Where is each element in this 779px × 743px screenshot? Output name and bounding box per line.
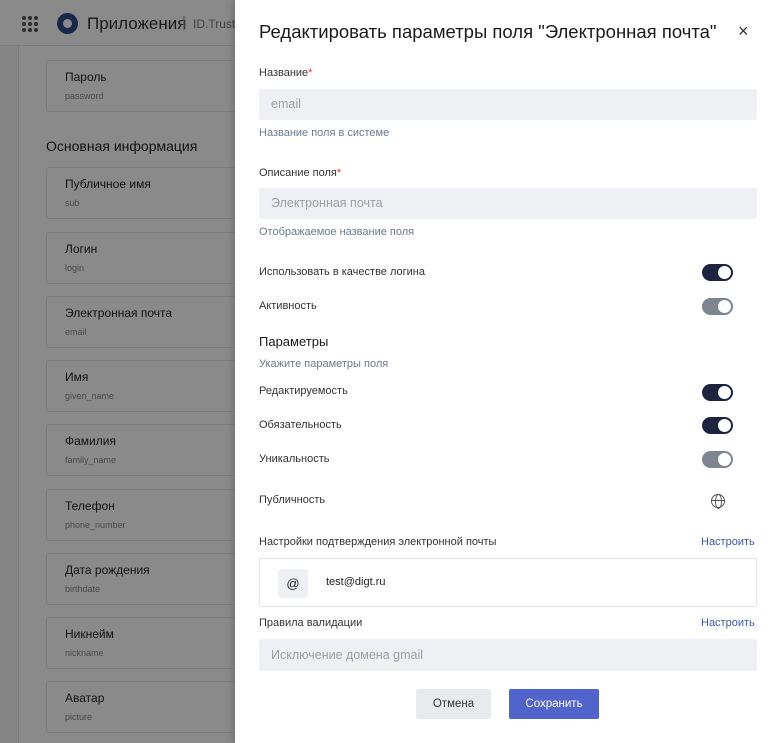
confirm-email-value: test@digt.ru: [326, 576, 386, 588]
editable-label: Редактируемость: [259, 385, 348, 397]
params-help: Укажите параметры поля: [259, 358, 389, 370]
required-label: Обязательность: [259, 419, 342, 431]
unique-toggle[interactable]: [702, 451, 733, 468]
at-icon: @: [278, 569, 308, 598]
activity-toggle[interactable]: [702, 298, 733, 315]
validation-rules-label: Правила валидации: [259, 617, 363, 629]
name-label: Название*: [259, 67, 313, 79]
confirm-email-card: @ test@digt.ru: [259, 558, 757, 607]
description-label: Описание поля*: [259, 167, 342, 179]
save-button[interactable]: Сохранить: [509, 689, 599, 719]
publicity-label: Публичность: [259, 494, 326, 506]
drawer-title: Редактировать параметры поля "Электронна…: [259, 21, 717, 42]
email-confirm-configure-link[interactable]: Настроить: [701, 536, 755, 548]
use-as-login-toggle[interactable]: [702, 264, 733, 281]
email-confirm-label: Настройки подтверждения электронной почт…: [259, 536, 497, 548]
activity-label: Активность: [259, 300, 317, 312]
required-mark: *: [308, 67, 313, 79]
unique-label: Уникальность: [259, 453, 330, 465]
cancel-button[interactable]: Отмена: [416, 689, 491, 719]
name-input[interactable]: email: [259, 89, 757, 120]
required-toggle[interactable]: [702, 417, 733, 434]
edit-field-drawer: Редактировать параметры поля "Электронна…: [235, 0, 779, 743]
description-help: Отображаемое название поля: [259, 226, 415, 238]
required-mark: *: [336, 167, 342, 179]
validation-rule-field[interactable]: Исключение домена gmail: [259, 639, 757, 671]
editable-toggle[interactable]: [702, 384, 733, 401]
use-as-login-label: Использовать в качестве логина: [259, 266, 425, 278]
params-title: Параметры: [259, 334, 329, 349]
description-input[interactable]: Электронная почта: [259, 188, 757, 219]
validation-configure-link[interactable]: Настроить: [701, 617, 755, 629]
close-icon[interactable]: ×: [738, 21, 749, 42]
globe-icon[interactable]: [711, 494, 725, 509]
name-help: Название поля в системе: [259, 127, 390, 139]
